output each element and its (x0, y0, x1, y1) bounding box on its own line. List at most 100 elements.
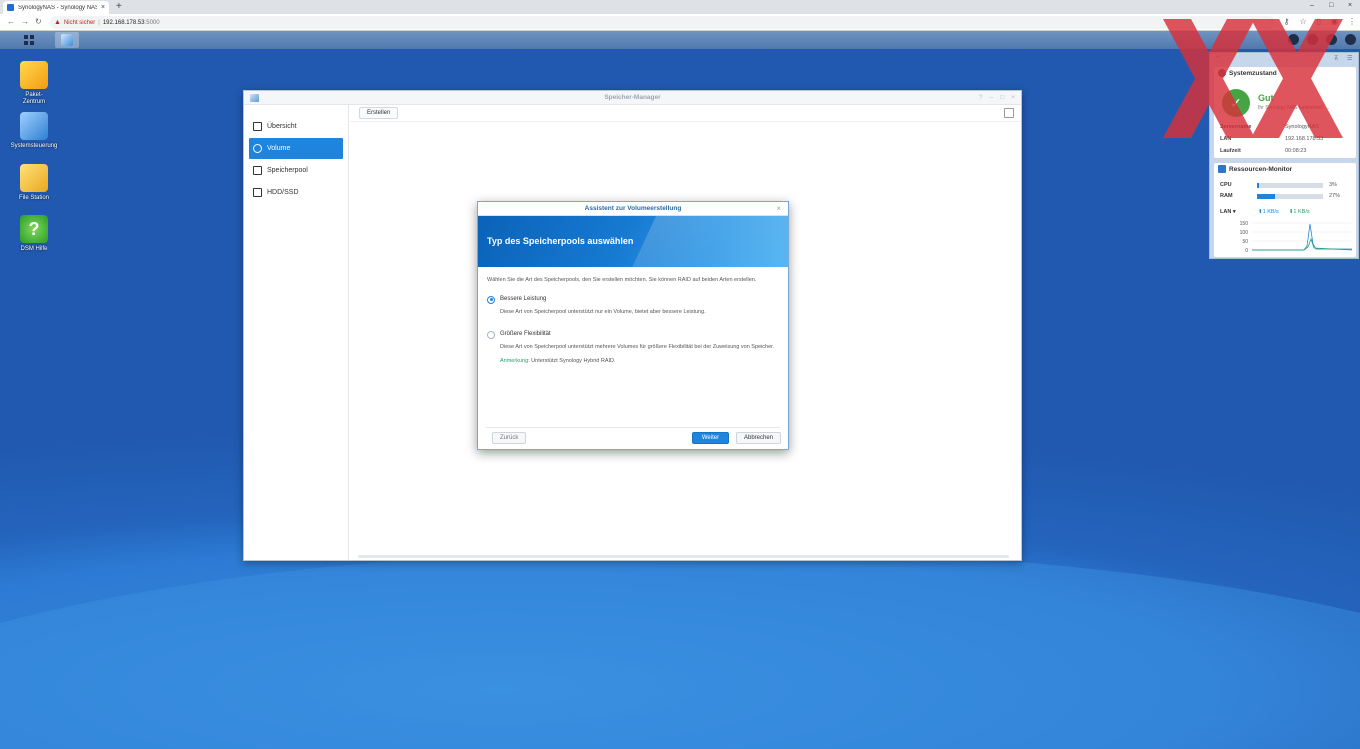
close-button[interactable]: × (1011, 91, 1015, 105)
sidebar: Übersicht Volume Speicherpool HDD/SSD (244, 105, 349, 560)
minimize-button[interactable]: – (990, 91, 994, 105)
status-text: Gut (1258, 93, 1274, 103)
back-button[interactable]: Zurück (492, 432, 527, 444)
widget-settings-icon[interactable]: ☰ (1347, 55, 1352, 62)
widget-header: Ressourcen-Monitor (1214, 163, 1356, 175)
graph-tick: 50 (1242, 239, 1248, 245)
wizard-titlebar[interactable]: Assistent zur Volumeerstellung × (478, 202, 788, 216)
create-button[interactable]: Erstellen (359, 107, 399, 119)
profile-icon[interactable]: ◉ (1331, 17, 1338, 26)
upload-series-line (1252, 223, 1352, 251)
forward-arrow-icon[interactable]: → (21, 17, 29, 26)
desktop-icon-label: DSM Hilfe (20, 246, 48, 252)
not-secure-label[interactable]: Nicht sicher (64, 20, 95, 26)
lan-row: LAN ▾ ⬆1 KB/s ⬇1 KB/s (1220, 209, 1310, 215)
checkmark-icon: ✓ (1222, 89, 1250, 117)
lan-upload: ⬆1 KB/s (1258, 209, 1279, 215)
widgets-header: + ⊼ ☰ (1210, 53, 1358, 65)
horizontal-scrollbar[interactable] (358, 555, 1009, 558)
taskbar-right-icons (1288, 34, 1356, 45)
new-tab-button[interactable]: + (116, 1, 122, 13)
sidebar-item-overview[interactable]: Übersicht (249, 116, 343, 137)
ram-label: RAM (1220, 193, 1233, 199)
status-subtext: Ihr Synology NAS funktioniert … (1258, 105, 1330, 111)
maximize-button[interactable]: □ (1329, 2, 1333, 9)
desktop-icon-control-panel[interactable]: Systemsteuerung (4, 112, 64, 150)
info-value: 00:08:23 (1285, 148, 1307, 154)
tab-title: SynologyNAS - Synology NAS (18, 4, 97, 11)
info-row: LAN 192.168.178.53 (1220, 136, 1350, 142)
radio-better-performance[interactable] (487, 295, 495, 304)
browser-toolbar-icons: ⚷ ☆ ▯ ◉ ⋮ (1284, 17, 1356, 26)
user-icon[interactable] (1307, 34, 1318, 45)
close-icon[interactable]: × (776, 202, 781, 216)
wizard-footer: Zurück Weiter Abbrechen (486, 427, 782, 449)
option-label: Größere Flexibilität (500, 331, 551, 337)
desktop-icon-label: Paket- Zentrum (22, 92, 46, 105)
next-button[interactable]: Weiter (692, 432, 729, 444)
storage-manager-icon (61, 34, 73, 46)
add-widget-icon[interactable]: + (1216, 55, 1220, 61)
monitor-icon (1218, 165, 1226, 173)
desktop-icon-file-station[interactable]: File Station (4, 164, 64, 202)
hdd-icon (253, 188, 262, 197)
extension-icon[interactable]: ▯ (1317, 17, 1321, 26)
sidebar-item-hdd-ssd[interactable]: HDD/SSD (249, 182, 343, 203)
lan-dropdown[interactable]: LAN ▾ (1220, 209, 1242, 215)
info-icon (1218, 69, 1226, 77)
browser-tab[interactable]: SynologyNAS - Synology NAS × (3, 1, 109, 14)
option-flexibility[interactable]: Größere Flexibilität (487, 330, 779, 339)
sidebar-item-volume[interactable]: Volume (249, 138, 343, 159)
radio-flexibility[interactable] (487, 330, 495, 339)
url-separator: | (98, 19, 100, 26)
resource-monitor-widget: Ressourcen-Monitor CPU 3% RAM 27% LAN ▾ … (1214, 163, 1356, 257)
notification-icon[interactable] (1288, 34, 1299, 45)
menu-dots-icon[interactable]: ⋮ (1348, 17, 1356, 26)
ram-bar-fill (1257, 193, 1275, 199)
cancel-button[interactable]: Abbrechen (736, 432, 782, 444)
sidebar-item-storage-pool[interactable]: Speicherpool (249, 160, 343, 181)
sidebar-item-label: Übersicht (267, 123, 297, 130)
key-icon[interactable]: ⚷ (1284, 17, 1290, 26)
info-row: Servername SynologyNAS (1220, 124, 1350, 130)
cpu-bar (1257, 182, 1323, 188)
close-window-button[interactable]: × (1348, 2, 1352, 9)
desktop-icon-package-center[interactable]: Paket- Zentrum (4, 61, 64, 106)
wizard-body: Wählen Sie die Art des Speicherpools, de… (478, 267, 788, 366)
close-tab-icon[interactable]: × (101, 4, 105, 11)
search-icon[interactable] (1326, 34, 1337, 45)
ram-row: RAM 27% (1220, 193, 1354, 199)
bookmark-star-icon[interactable]: ☆ (1299, 17, 1306, 26)
package-center-icon (20, 61, 48, 89)
widgets-panel: + ⊼ ☰ Systemzustand ✓ Gut Ihr Synology N… (1209, 52, 1359, 259)
cpu-row: CPU 3% (1220, 182, 1354, 188)
back-arrow-icon[interactable]: ← (7, 17, 15, 26)
reload-icon[interactable]: ↻ (35, 17, 42, 26)
widget-title: Ressourcen-Monitor (1229, 165, 1293, 173)
widgets-icon[interactable] (1345, 34, 1356, 45)
taskbar-storage-manager[interactable] (55, 32, 79, 48)
cpu-label: CPU (1220, 182, 1232, 188)
file-station-icon (20, 164, 48, 192)
desktop-icon-label: File Station (18, 195, 49, 201)
grid-icon (24, 35, 34, 45)
pin-icon[interactable]: ⊼ (1334, 55, 1338, 62)
window-title: Speicher-Manager (604, 94, 661, 101)
maximize-button[interactable]: □ (1000, 91, 1004, 105)
url-input[interactable]: ▲ Nicht sicher | 192.168.178.53:5000 (50, 16, 1275, 29)
window-titlebar[interactable]: Speicher-Manager ? – □ × (244, 91, 1021, 105)
info-row: Laufzeit 00:08:23 (1220, 148, 1350, 154)
desktop-icon-dsm-help[interactable]: ? DSM Hilfe (4, 215, 64, 253)
warning-icon: ▲ (54, 19, 61, 26)
address-bar-row: ← → ↻ ▲ Nicht sicher | 192.168.178.53:50… (0, 14, 1360, 31)
desktop-icon-label: Systemsteuerung (10, 143, 58, 149)
main-menu-button[interactable] (17, 32, 41, 48)
minimize-button[interactable]: – (1310, 2, 1314, 9)
volume-creation-wizard: Assistent zur Volumeerstellung × Typ des… (477, 201, 789, 450)
graph-tick: 150 (1240, 221, 1249, 227)
help-button[interactable]: ? (979, 91, 983, 105)
note: Anmerkung: Unterstützt Synology Hybrid R… (487, 357, 779, 366)
graph-grid (1252, 222, 1352, 251)
option-better-performance[interactable]: Bessere Leistung (487, 295, 779, 304)
list-view-icon[interactable] (1004, 108, 1014, 118)
